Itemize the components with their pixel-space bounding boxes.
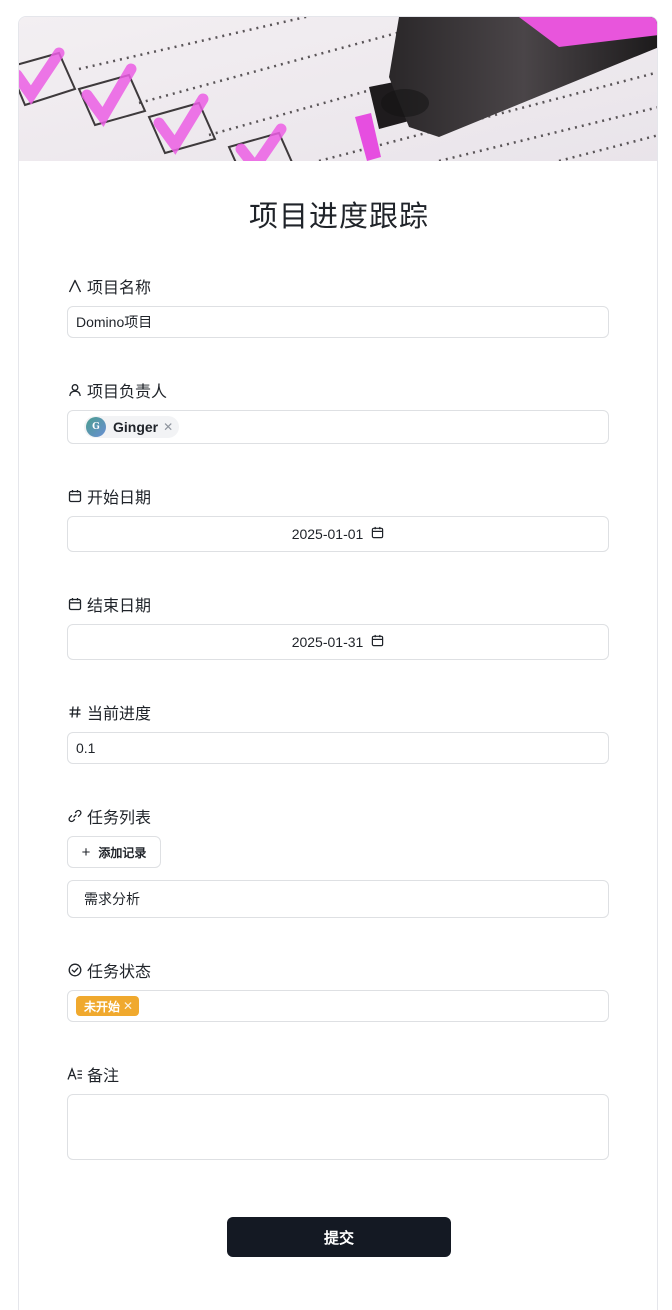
task-list-label: 任务列表 [67, 805, 151, 827]
status-badge[interactable]: 未开始 ✕ [76, 996, 140, 1016]
task-status-label: 任务状态 [67, 959, 151, 981]
start-date-input[interactable]: 2025-01-01 [67, 516, 609, 552]
submit-button[interactable]: 提交 [227, 1217, 451, 1257]
start-date-label: 开始日期 [67, 485, 151, 507]
form-title: 项目进度跟踪 [248, 201, 429, 233]
progress-value: 0.1 [76, 740, 96, 756]
check-circle-icon [67, 962, 83, 978]
notes-label: 备注 [67, 1063, 119, 1085]
avatar: G [86, 417, 106, 437]
progress-label: 当前进度 [67, 701, 151, 723]
owner-label: 项目负责人 [67, 379, 167, 401]
plus-icon: + [81, 843, 91, 861]
project-name-input[interactable]: Domino项目 [67, 306, 609, 338]
end-date-input[interactable]: 2025-01-31 [67, 624, 609, 660]
banner-image [19, 17, 657, 161]
status-badge-label: 未开始 [84, 999, 121, 1014]
record-item-label: 需求分析 [84, 891, 140, 907]
start-date-value: 2025-01-01 [291, 526, 364, 542]
calendar-picker-icon[interactable] [371, 526, 384, 542]
progress-input[interactable]: 0.1 [67, 732, 609, 764]
add-record-button[interactable]: + 添加记录 [67, 836, 161, 868]
project-name-value: Domino项目 [76, 314, 153, 330]
text-icon [67, 278, 83, 294]
notes-textarea[interactable] [67, 1094, 609, 1160]
hash-icon [67, 704, 83, 720]
end-date-value: 2025-01-31 [291, 634, 364, 650]
project-name-label: 项目名称 [67, 275, 151, 297]
record-item[interactable]: 需求分析 [67, 880, 609, 918]
add-record-label: 添加记录 [98, 845, 147, 860]
link-icon [67, 808, 83, 824]
owner-field[interactable]: G Ginger ✕ [67, 410, 609, 444]
form-card: 项目进度跟踪 项目名称 Domino项目 项目负责人 G Ginger ✕ 开始… [18, 16, 658, 1310]
person-icon [67, 382, 83, 398]
calendar-icon [67, 488, 83, 504]
task-status-field[interactable]: 未开始 ✕ [67, 990, 609, 1022]
remove-status-icon[interactable]: ✕ [123, 999, 133, 1013]
end-date-label: 结束日期 [67, 593, 151, 615]
calendar-icon [67, 596, 83, 612]
rich-text-icon [67, 1066, 83, 1082]
remove-person-icon[interactable]: ✕ [163, 420, 173, 434]
calendar-picker-icon[interactable] [371, 634, 384, 650]
person-chip[interactable]: G Ginger ✕ [84, 416, 180, 438]
person-name: Ginger [113, 419, 159, 435]
